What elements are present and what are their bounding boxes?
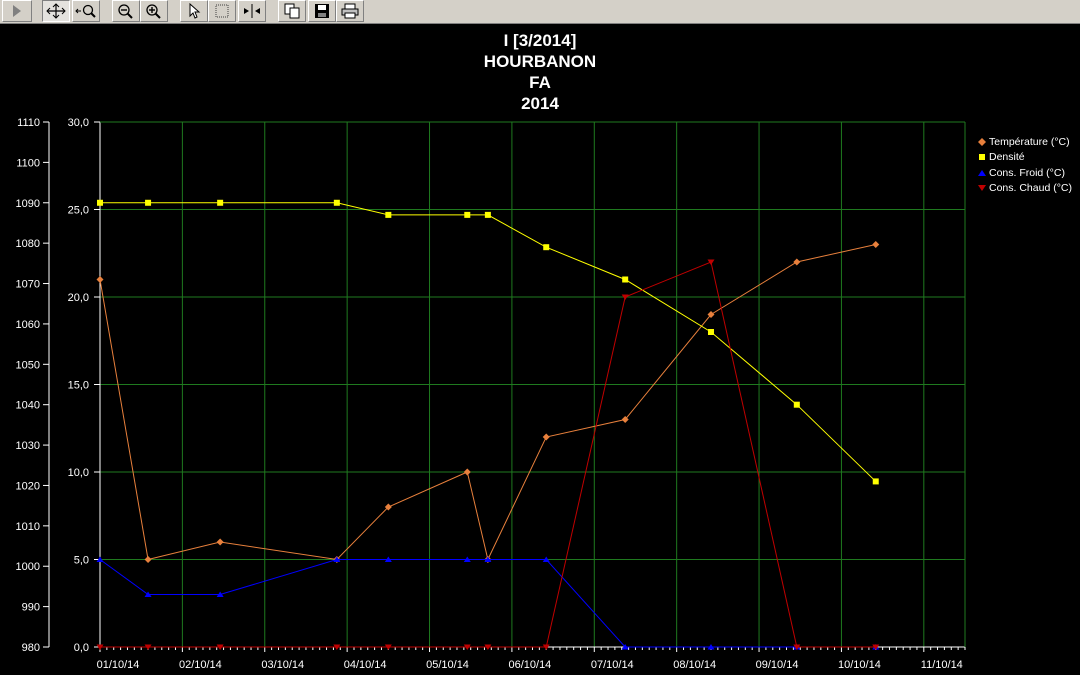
floppy-disk-icon — [315, 4, 329, 18]
data-point-temperature — [144, 556, 152, 563]
y-right-tick-label: 5,0 — [74, 555, 89, 567]
data-point-temperature — [872, 241, 880, 248]
rectangle-button[interactable] — [208, 0, 236, 22]
zoom-out-icon — [118, 4, 133, 19]
data-point-densite — [543, 244, 550, 251]
data-point-temperature — [96, 276, 104, 283]
x-tick-label: 09/10/14 — [756, 659, 799, 671]
square-marker-icon — [979, 154, 985, 161]
data-point-densite — [464, 211, 471, 218]
data-point-densite — [217, 199, 224, 206]
y-left-tick-label: 1100 — [16, 157, 40, 169]
legend-item-densite: Densité — [975, 150, 1072, 166]
select-button[interactable] — [180, 0, 208, 22]
legend-label-froid: Cons. Froid (°C) — [989, 166, 1065, 179]
x-tick-label: 08/10/14 — [673, 659, 716, 671]
data-point-densite — [145, 199, 152, 206]
data-point-densite — [385, 211, 392, 218]
split-button[interactable] — [238, 0, 266, 22]
data-point-densite — [484, 211, 491, 218]
x-tick-label: 10/10/14 — [838, 659, 881, 671]
data-point-densite — [872, 478, 879, 485]
y-left-tick-label: 1030 — [16, 440, 40, 452]
toolbar — [0, 0, 1080, 24]
y-right-tick-label: 10,0 — [68, 467, 89, 479]
y-left-tick-label: 1110 — [17, 117, 40, 129]
triangle-up-marker-icon — [978, 169, 986, 176]
x-tick-label: 01/10/14 — [97, 659, 140, 671]
data-point-temperature — [216, 538, 224, 546]
chart-plot: 01/10/14 02/10/14 03/10/14 04/10/14 05/10/14… — [16, 117, 966, 671]
rectangle-icon — [215, 4, 229, 18]
legend: Température (°C) Densité Cons. Froid (°C… — [975, 134, 1072, 196]
y-right-tick-label: 20,0 — [68, 292, 89, 304]
legend-item-froid: Cons. Froid (°C) — [975, 165, 1072, 181]
play-button[interactable] — [2, 0, 32, 22]
zoom-out-button[interactable] — [112, 0, 140, 22]
y-left-tick-label: 1010 — [16, 521, 40, 533]
y-left-tick-label: 1040 — [16, 400, 40, 412]
x-tick-label: 04/10/14 — [344, 659, 387, 671]
y-left-tick-label: 1060 — [16, 319, 40, 331]
play-icon — [13, 5, 21, 17]
data-point-chaud — [707, 259, 715, 265]
legend-label-temperature: Température (°C) — [989, 135, 1070, 148]
cursor-arrow-icon — [189, 3, 201, 19]
legend-label-chaud: Cons. Chaud (°C) — [989, 182, 1072, 195]
legend-label-densite: Densité — [989, 151, 1025, 164]
y-right-tick-label: 15,0 — [68, 380, 89, 392]
printer-icon — [341, 3, 359, 19]
x-tick-label: 07/10/14 — [591, 659, 634, 671]
zoom-area-button[interactable] — [72, 0, 100, 22]
zoom-area-icon — [75, 4, 96, 18]
copy-icon — [284, 3, 300, 19]
copy-button[interactable] — [278, 0, 306, 22]
zoom-in-button[interactable] — [140, 0, 168, 22]
data-point-densite — [333, 199, 340, 206]
x-tick-label: 03/10/14 — [261, 659, 304, 671]
data-point-temperature — [463, 468, 471, 476]
y-left-tick-label: 1070 — [16, 279, 40, 291]
diamond-marker-icon — [978, 137, 986, 146]
data-point-temperature — [542, 433, 550, 441]
y-right-tick-label: 0,0 — [74, 642, 89, 654]
data-point-densite — [707, 329, 714, 335]
legend-item-chaud: Cons. Chaud (°C) — [975, 181, 1072, 197]
y-left-tick-label: 1000 — [16, 561, 40, 573]
y-left-tick-label: 1050 — [16, 359, 40, 371]
pan-button[interactable] — [42, 0, 70, 22]
data-point-temperature — [793, 258, 801, 266]
x-tick-label: 11/10/14 — [921, 659, 963, 671]
y-left-tick-label: 1080 — [16, 238, 40, 250]
data-point-densite — [793, 401, 800, 408]
y-left-tick-label: 1090 — [16, 198, 40, 210]
data-point-densite — [97, 199, 103, 206]
pan-arrows-icon — [46, 3, 66, 19]
split-arrows-icon — [244, 4, 260, 18]
y-left-tick-label: 980 — [22, 642, 40, 654]
y-right-tick-label: 30,0 — [68, 117, 89, 129]
triangle-down-marker-icon — [978, 185, 986, 192]
zoom-in-icon — [146, 4, 161, 19]
y-left-tick-label: 1020 — [16, 480, 40, 492]
data-point-densite — [622, 276, 629, 283]
print-button[interactable] — [336, 0, 364, 22]
legend-item-temperature: Température (°C) — [975, 134, 1072, 150]
save-button[interactable] — [308, 0, 336, 22]
x-tick-label: 05/10/14 — [426, 659, 469, 671]
y-right-tick-label: 25,0 — [68, 205, 89, 217]
x-tick-label: 06/10/14 — [508, 659, 551, 671]
x-tick-label: 02/10/14 — [179, 659, 222, 671]
y-left-tick-label: 990 — [22, 602, 40, 614]
